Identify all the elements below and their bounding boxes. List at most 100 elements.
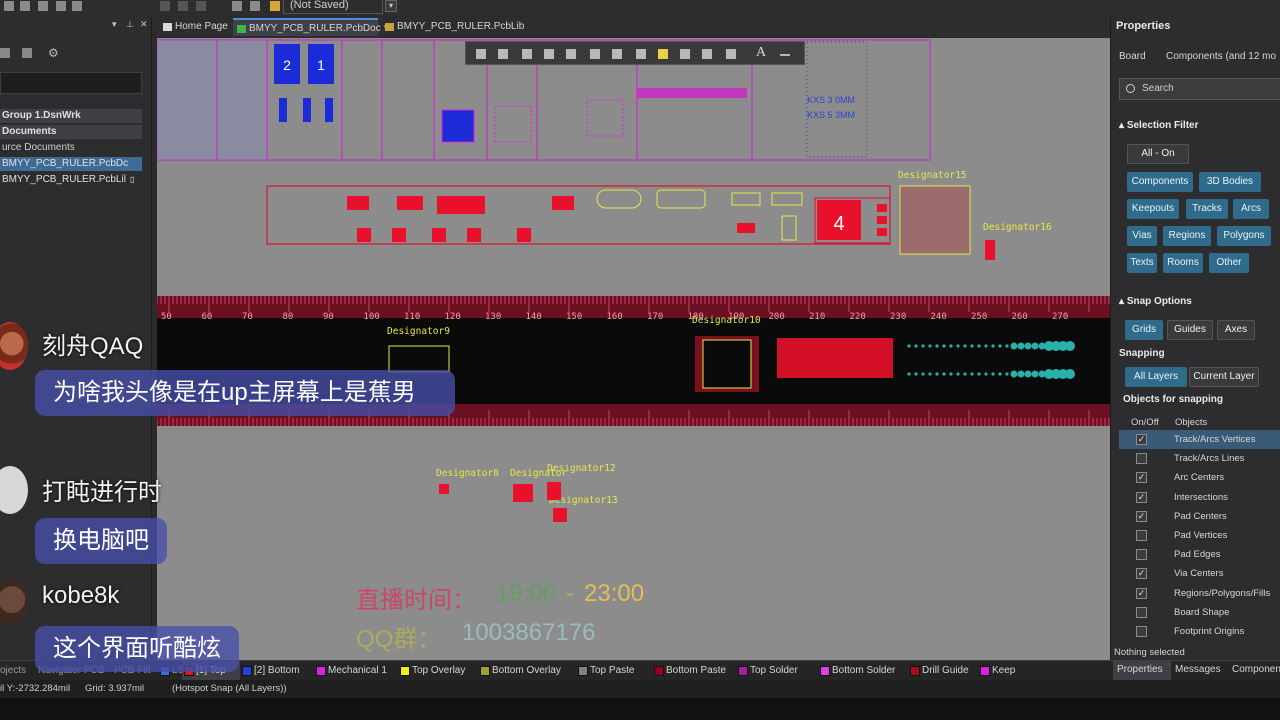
filter-rooms[interactable]: Rooms [1163,253,1203,273]
save-icon[interactable] [4,1,14,11]
filter-arcs[interactable]: Arcs [1233,199,1269,219]
checkbox-unchecked[interactable] [1136,453,1147,465]
line-icon[interactable] [780,54,790,56]
layer-tab[interactable]: Mechanical 1 [314,661,398,681]
chevron-down-icon[interactable]: ▾ [385,0,397,12]
layer-tab[interactable]: Top Solder [736,661,818,681]
checkbox-checked[interactable]: ✓ [1136,472,1147,484]
snap-object-row[interactable]: Footprint Origins [1119,622,1280,641]
snap-object-row[interactable]: ✓ Via Centers [1119,564,1280,583]
layer-tab[interactable]: Top Overlay [398,661,478,681]
route-icon[interactable] [498,49,508,59]
snap-object-row[interactable]: ✓ Arc Centers [1119,468,1280,487]
checkbox-unchecked[interactable] [1136,530,1147,541]
checkbox-checked[interactable]: ✓ [1136,491,1147,503]
filter-keepouts[interactable]: Keepouts [1127,199,1179,219]
filter-texts[interactable]: Texts [1127,253,1157,273]
snap-tab-guides[interactable]: Guides [1167,320,1213,340]
pcblib-item[interactable]: BMYY_PCB_RULER.PcbLil ▯ [0,173,142,187]
checkbox-checked[interactable]: ✓ [1136,434,1147,445]
pcb-canvas[interactable]: 2 1 KXS 3 0MM KXS 5 3MM 4 Designator15 D… [157,38,1110,660]
workspace-item[interactable]: Group 1.DsnWrk [0,109,142,123]
text-icon[interactable]: A [756,45,766,61]
paste-icon[interactable] [178,1,188,11]
source-documents-folder[interactable]: urce Documents [0,141,142,155]
polygon-icon[interactable] [680,49,690,59]
via-dot [949,344,953,348]
layer-tab[interactable]: Bottom Overlay [478,661,576,681]
filter-3d-bodies[interactable]: 3D Bodies [1199,172,1261,192]
layer-tab[interactable]: Drill Guide [908,661,978,681]
snapping-current-layer[interactable]: Current Layer [1189,367,1259,387]
checkbox-unchecked[interactable] [1136,549,1147,561]
snapping-all-layers[interactable]: All Layers [1125,367,1187,387]
snap-object-row[interactable]: ✓ Pad Centers [1119,507,1280,526]
panel-menu-icon[interactable]: ▾ [112,19,117,30]
bar-chart-icon[interactable] [726,49,736,59]
copy-icon[interactable] [160,1,170,11]
gear-icon[interactable]: ⚙ [48,46,59,60]
filter-other[interactable]: Other [1209,253,1249,273]
snap-object-row[interactable]: ✓ Track/Arcs Vertices [1119,430,1280,449]
tab-home-page[interactable]: Home Page [159,18,233,36]
snap-object-row[interactable]: Pad Edges [1119,545,1280,564]
keepout-icon[interactable] [702,49,712,59]
snap-object-row[interactable]: Board Shape [1119,603,1280,622]
snap-options-header[interactable]: ▴ Snap Options [1119,296,1192,307]
checkbox-checked[interactable]: ✓ [1136,510,1147,522]
redo-icon[interactable] [250,1,260,11]
panel-tab[interactable]: Componen [1228,660,1280,680]
layer-tab[interactable]: Bottom Paste [652,661,736,681]
pcbdoc-item[interactable]: BMYY_PCB_RULER.PcbDc [0,157,142,171]
select-icon[interactable] [544,49,554,59]
add-icon[interactable] [522,49,532,59]
cut-icon[interactable] [196,1,206,11]
snap-tab-axes[interactable]: Axes [1217,320,1255,340]
close-icon[interactable]: ✕ [140,19,148,30]
layer-tab[interactable]: Keep [978,661,1018,681]
filter-components[interactable]: Components [1127,172,1193,192]
snap-object-row[interactable]: ✓ Intersections [1119,488,1280,507]
open-icon[interactable] [20,1,30,11]
fill-icon[interactable] [590,49,600,59]
snap-object-row[interactable]: ✓ Regions/Polygons/Fills [1119,584,1280,603]
all-on-button[interactable]: All - On [1127,144,1189,164]
panel-tab[interactable]: Messages [1171,660,1229,680]
filter-icon[interactable] [476,49,486,59]
checkbox-unchecked[interactable] [1136,606,1147,618]
selection-filter-header[interactable]: ▴ Selection Filter [1119,120,1199,131]
tab-pcblib[interactable]: BMYY_PCB_RULER.PcbLib [381,18,524,36]
filter-tracks[interactable]: Tracks [1186,199,1228,219]
panel-tab[interactable]: Properties [1113,660,1171,680]
layer-tab[interactable]: Bottom Solder [818,661,908,681]
layer-tab[interactable]: [2] Bottom [240,661,314,681]
checkbox-checked[interactable]: ✓ [1136,568,1147,580]
via-dot [977,372,981,376]
interactive-route-icon[interactable] [612,49,622,59]
checkbox-unchecked[interactable] [1136,626,1147,637]
pin-icon[interactable] [658,49,668,59]
print-icon[interactable] [56,1,66,11]
snap-object-row[interactable]: Track/Arcs Lines [1119,449,1280,468]
tab-pcbdoc[interactable]: BMYY_PCB_RULER.PcbDoc * [233,18,387,36]
layer-tab[interactable]: ojects [0,661,38,681]
chart-icon[interactable] [566,49,576,59]
undo-icon[interactable] [232,1,242,11]
properties-search-input[interactable]: Search [1119,78,1280,100]
filter-polygons[interactable]: Polygons [1217,226,1271,246]
documents-header[interactable]: Documents [0,125,142,139]
projects-search-input[interactable] [0,72,142,94]
layer-tab[interactable]: Top Paste [576,661,652,681]
add-icon[interactable] [0,48,10,58]
pin-icon[interactable]: ⊥ [126,19,134,30]
wand-icon[interactable] [270,1,280,11]
snap-tab-grids[interactable]: Grids [1125,320,1163,340]
filter-vias[interactable]: Vias [1127,226,1157,246]
filter-regions[interactable]: Regions [1163,226,1211,246]
snap-object-row[interactable]: Pad Vertices [1119,526,1280,545]
diff-pair-icon[interactable] [636,49,646,59]
folder-icon[interactable] [22,48,32,58]
new-icon[interactable] [72,1,82,11]
checkbox-checked[interactable]: ✓ [1136,587,1147,599]
close-icon[interactable] [38,1,48,11]
